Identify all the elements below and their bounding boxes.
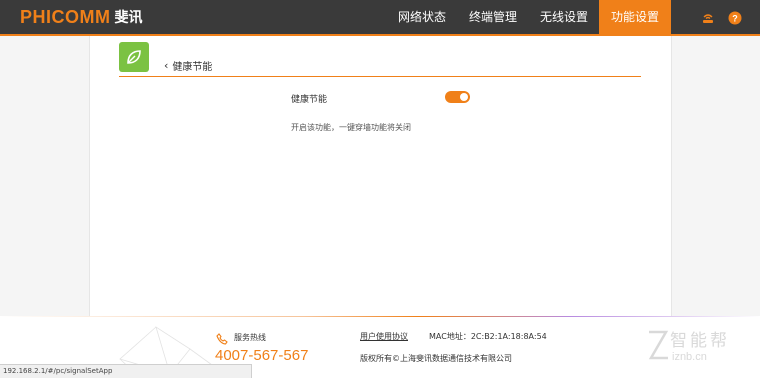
hotline-number: 4007-567-567 xyxy=(215,347,309,364)
watermark-text: 智能帮 xyxy=(670,331,730,351)
top-navigation-bar: PHICOMM 斐讯 网络状态 终端管理 无线设置 功能设置 ? xyxy=(0,0,760,36)
nav-wireless-settings[interactable]: 无线设置 xyxy=(529,0,599,34)
watermark: 智能帮 iznb.cn xyxy=(646,326,730,363)
toggle-knob xyxy=(460,93,468,101)
user-agreement-link[interactable]: 用户使用协议 xyxy=(360,331,408,342)
nav-device-management[interactable]: 终端管理 xyxy=(457,0,529,34)
back-link[interactable]: ‹ 健康节能 xyxy=(164,58,212,73)
svg-text:?: ? xyxy=(732,14,738,24)
nav-function-settings[interactable]: 功能设置 xyxy=(599,0,671,34)
browser-status-url: 192.168.2.1/#/pc/signalSetApp xyxy=(0,364,252,378)
logo-text: PHICOMM xyxy=(20,6,111,27)
phicomm-logo[interactable]: PHICOMM 斐讯 xyxy=(20,6,143,28)
watermark-url: iznb.cn xyxy=(672,351,707,363)
router-icon[interactable] xyxy=(701,10,715,29)
setting-label: 健康节能 xyxy=(291,95,328,105)
content-panel: ‹ 健康节能 健康节能 开启该功能，一键穿墙功能将关闭 xyxy=(89,36,672,316)
copyright-text: 版权所有©上海斐讯数据通信技术有限公司 xyxy=(360,354,512,363)
health-saving-toggle[interactable] xyxy=(445,91,470,103)
watermark-z-icon xyxy=(648,330,669,359)
mac-address: MAC地址：2C:B2:1A:18:8A:54 xyxy=(429,332,547,341)
logo-text-cn: 斐讯 xyxy=(114,10,143,26)
leaf-icon xyxy=(119,42,149,72)
setting-hint: 开启该功能，一键穿墙功能将关闭 xyxy=(291,123,411,132)
page-title: 健康节能 xyxy=(172,62,213,73)
nav-network-status[interactable]: 网络状态 xyxy=(387,0,457,34)
hotline-label: 服务热线 xyxy=(234,333,266,342)
help-icon[interactable]: ? xyxy=(728,10,742,29)
chevron-left-icon: ‹ xyxy=(164,59,169,72)
title-divider xyxy=(119,76,641,77)
